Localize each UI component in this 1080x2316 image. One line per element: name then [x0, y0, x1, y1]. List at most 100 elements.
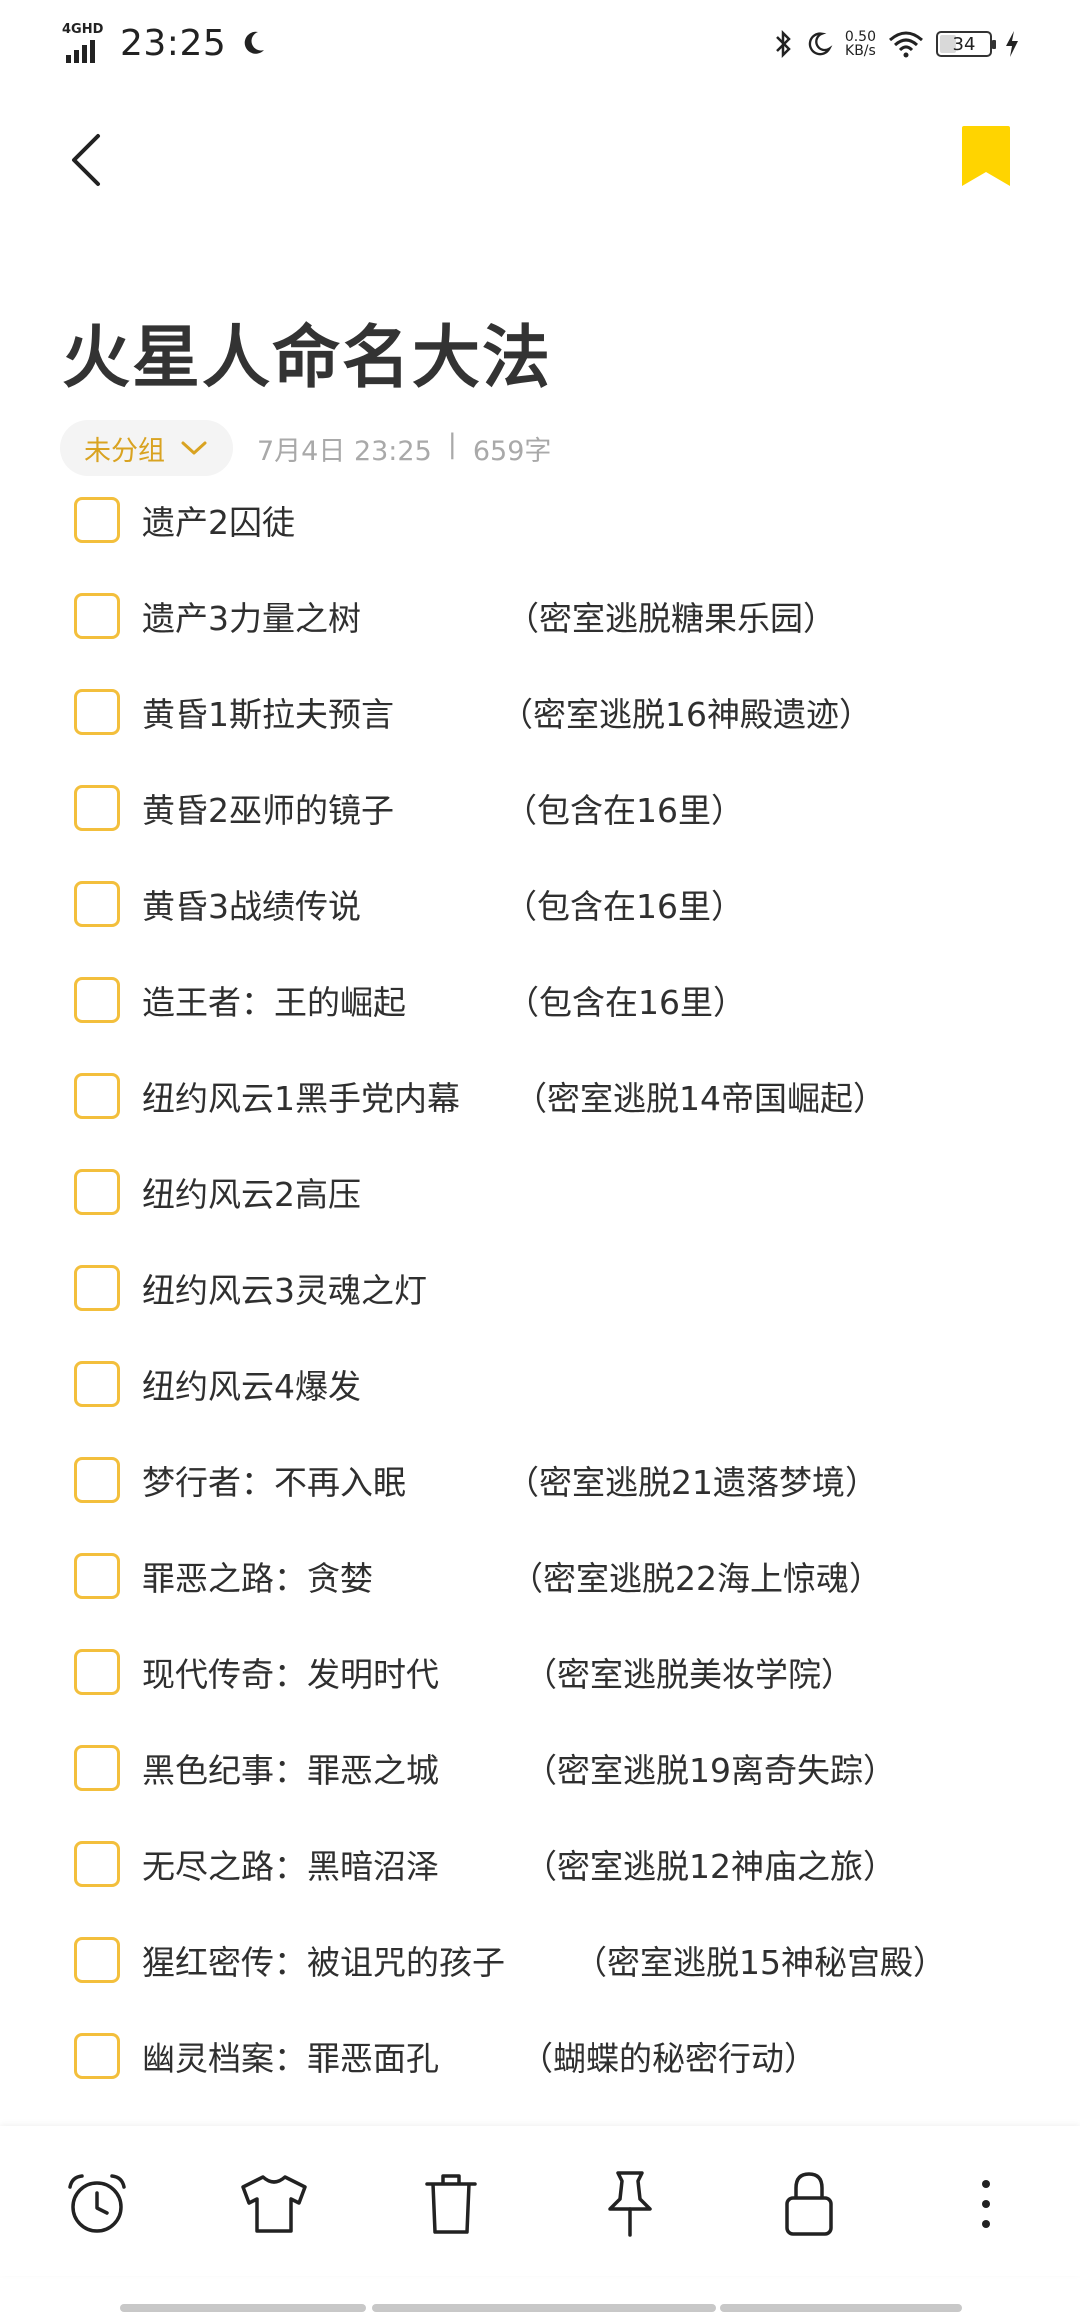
item-text[interactable]: 黑色纪事：罪恶之城 — [142, 1744, 439, 1792]
checkbox[interactable] — [74, 1841, 120, 1887]
list-item: 黄昏3战绩传说 （包含在16里） — [74, 874, 1034, 934]
group-selector[interactable]: 未分组 — [60, 420, 233, 476]
speed-value: 0.50 — [844, 29, 876, 45]
checkbox[interactable] — [74, 1745, 120, 1791]
checkbox[interactable] — [74, 1457, 120, 1503]
bluetooth-icon — [775, 29, 791, 59]
note-page: 4GHD 23:25 0.50 KB/s 34 火星人命名大法 未分组 7月4日… — [0, 0, 1080, 2316]
theme-button[interactable] — [234, 2164, 314, 2244]
chevron-down-icon — [181, 441, 207, 455]
trash-icon — [425, 2174, 477, 2234]
list-item: 罪恶之路：贪婪 （密室逃脱22海上惊魂） — [74, 1546, 1034, 1606]
checkbox[interactable] — [74, 1361, 120, 1407]
gesture-bar — [720, 2304, 962, 2312]
checkbox[interactable] — [74, 1937, 120, 1983]
item-text[interactable]: 纽约风云2高压 — [142, 1168, 361, 1216]
checkbox[interactable] — [74, 497, 120, 543]
item-note[interactable]: （蝴蝶的秘密行动） — [520, 2032, 817, 2080]
item-note[interactable]: （密室逃脱糖果乐园） — [506, 592, 836, 640]
battery-indicator: 34 — [936, 31, 996, 57]
item-text[interactable]: 黄昏3战绩传说 — [142, 880, 361, 928]
pin-button[interactable] — [590, 2164, 670, 2244]
item-text[interactable]: 遗产3力量之树 — [142, 592, 361, 640]
checkbox[interactable] — [74, 2033, 120, 2079]
item-text[interactable]: 梦行者：不再入眠 — [142, 1456, 406, 1504]
checkbox[interactable] — [74, 1073, 120, 1119]
list-item: 梦行者：不再入眠 （密室逃脱21遗落梦境） — [74, 1450, 1034, 1510]
moon-icon — [808, 32, 833, 56]
checkbox[interactable] — [74, 1649, 120, 1695]
item-note[interactable]: （包含在16里） — [504, 784, 744, 832]
status-left: 4GHD 23:25 — [62, 18, 268, 68]
item-note[interactable]: （包含在16里） — [506, 976, 746, 1024]
checkbox[interactable] — [74, 977, 120, 1023]
item-text[interactable]: 幽灵档案：罪恶面孔 — [142, 2032, 439, 2080]
checkbox[interactable] — [74, 1265, 120, 1311]
item-text[interactable]: 遗产2囚徒 — [142, 496, 295, 544]
list-item: 遗产3力量之树 （密室逃脱糖果乐园） — [74, 586, 1034, 646]
status-bar: 4GHD 23:25 0.50 KB/s 34 — [0, 0, 1080, 84]
network-type: 4GHD — [62, 22, 104, 37]
list-item: 黄昏1斯拉夫预言 （密室逃脱16神殿遗迹） — [74, 682, 1034, 742]
item-note[interactable]: （密室逃脱19离奇失踪） — [524, 1744, 896, 1792]
bottom-toolbar — [0, 2126, 1080, 2276]
list-item: 造王者：王的崛起 （包含在16里） — [74, 970, 1034, 1030]
list-item: 黄昏2巫师的镜子 （包含在16里） — [74, 778, 1034, 838]
network-speed: 0.50 KB/s — [845, 30, 876, 58]
list-item: 幽灵档案：罪恶面孔 （蝴蝶的秘密行动） — [74, 2026, 1034, 2086]
checkbox[interactable] — [74, 785, 120, 831]
meta-separator: | — [447, 428, 457, 460]
item-text[interactable]: 造王者：王的崛起 — [142, 976, 406, 1024]
pin-icon — [608, 2171, 652, 2237]
back-button[interactable] — [66, 120, 126, 200]
item-text[interactable]: 纽约风云3灵魂之灯 — [142, 1264, 427, 1312]
note-title[interactable]: 火星人命名大法 — [62, 302, 552, 401]
more-button[interactable] — [946, 2164, 1026, 2244]
item-note[interactable]: （密室逃脱15神秘宫殿） — [574, 1936, 946, 1984]
bookmark-button[interactable] — [958, 124, 1014, 190]
meta-info: 7月4日 23:25 | 659字 — [257, 429, 551, 468]
list-item: 黑色纪事：罪恶之城 （密室逃脱19离奇失踪） — [74, 1738, 1034, 1798]
item-note[interactable]: （密室逃脱16神殿遗迹） — [500, 688, 872, 736]
item-note[interactable]: （密室逃脱21遗落梦境） — [506, 1456, 878, 1504]
item-note[interactable]: （密室逃脱12神庙之旅） — [524, 1840, 896, 1888]
charging-icon — [1006, 31, 1018, 57]
list-item: 无尽之路：黑暗沼泽 （密室逃脱12神庙之旅） — [74, 1834, 1034, 1894]
item-note[interactable]: （包含在16里） — [504, 880, 744, 928]
note-date: 7月4日 23:25 — [257, 435, 432, 467]
speed-unit: KB/s — [845, 43, 876, 59]
list-item: 纽约风云3灵魂之灯 — [74, 1258, 1034, 1318]
item-text[interactable]: 纽约风云1黑手党内幕 — [142, 1072, 460, 1120]
group-label: 未分组 — [84, 435, 165, 467]
item-note[interactable]: （密室逃脱22海上惊魂） — [510, 1552, 882, 1600]
status-time: 23:25 — [120, 22, 227, 64]
lock-icon — [785, 2172, 833, 2236]
item-text[interactable]: 罪恶之路：贪婪 — [142, 1552, 373, 1600]
checkbox[interactable] — [74, 1169, 120, 1215]
reminder-button[interactable] — [57, 2164, 137, 2244]
wifi-icon — [889, 31, 923, 58]
item-text[interactable]: 猩红密传：被诅咒的孩子 — [142, 1936, 505, 1984]
item-note[interactable]: （密室逃脱美妆学院） — [524, 1648, 854, 1696]
list-item: 纽约风云4爆发 — [74, 1354, 1034, 1414]
item-text[interactable]: 纽约风云4爆发 — [142, 1360, 361, 1408]
item-text[interactable]: 无尽之路：黑暗沼泽 — [142, 1840, 439, 1888]
signal-icon: 4GHD — [62, 23, 112, 63]
item-text[interactable]: 黄昏1斯拉夫预言 — [142, 688, 394, 736]
list-item: 猩红密传：被诅咒的孩子 （密室逃脱15神秘宫殿） — [74, 1930, 1034, 1990]
item-text[interactable]: 现代传奇：发明时代 — [142, 1648, 439, 1696]
item-note[interactable]: （密室逃脱14帝国崛起） — [514, 1072, 886, 1120]
item-text[interactable]: 黄昏2巫师的镜子 — [142, 784, 394, 832]
checkbox[interactable] — [74, 593, 120, 639]
note-meta: 未分组 7月4日 23:25 | 659字 — [60, 420, 551, 476]
bookmark-icon — [962, 126, 1010, 186]
shirt-icon — [241, 2175, 307, 2233]
checkbox[interactable] — [74, 1553, 120, 1599]
list-item: 遗产2囚徒 — [74, 490, 1034, 550]
checkbox[interactable] — [74, 881, 120, 927]
lock-button[interactable] — [769, 2164, 849, 2244]
checkbox[interactable] — [74, 689, 120, 735]
list-item: 现代传奇：发明时代 （密室逃脱美妆学院） — [74, 1642, 1034, 1702]
battery-level: 34 — [952, 33, 976, 55]
delete-button[interactable] — [411, 2164, 491, 2244]
